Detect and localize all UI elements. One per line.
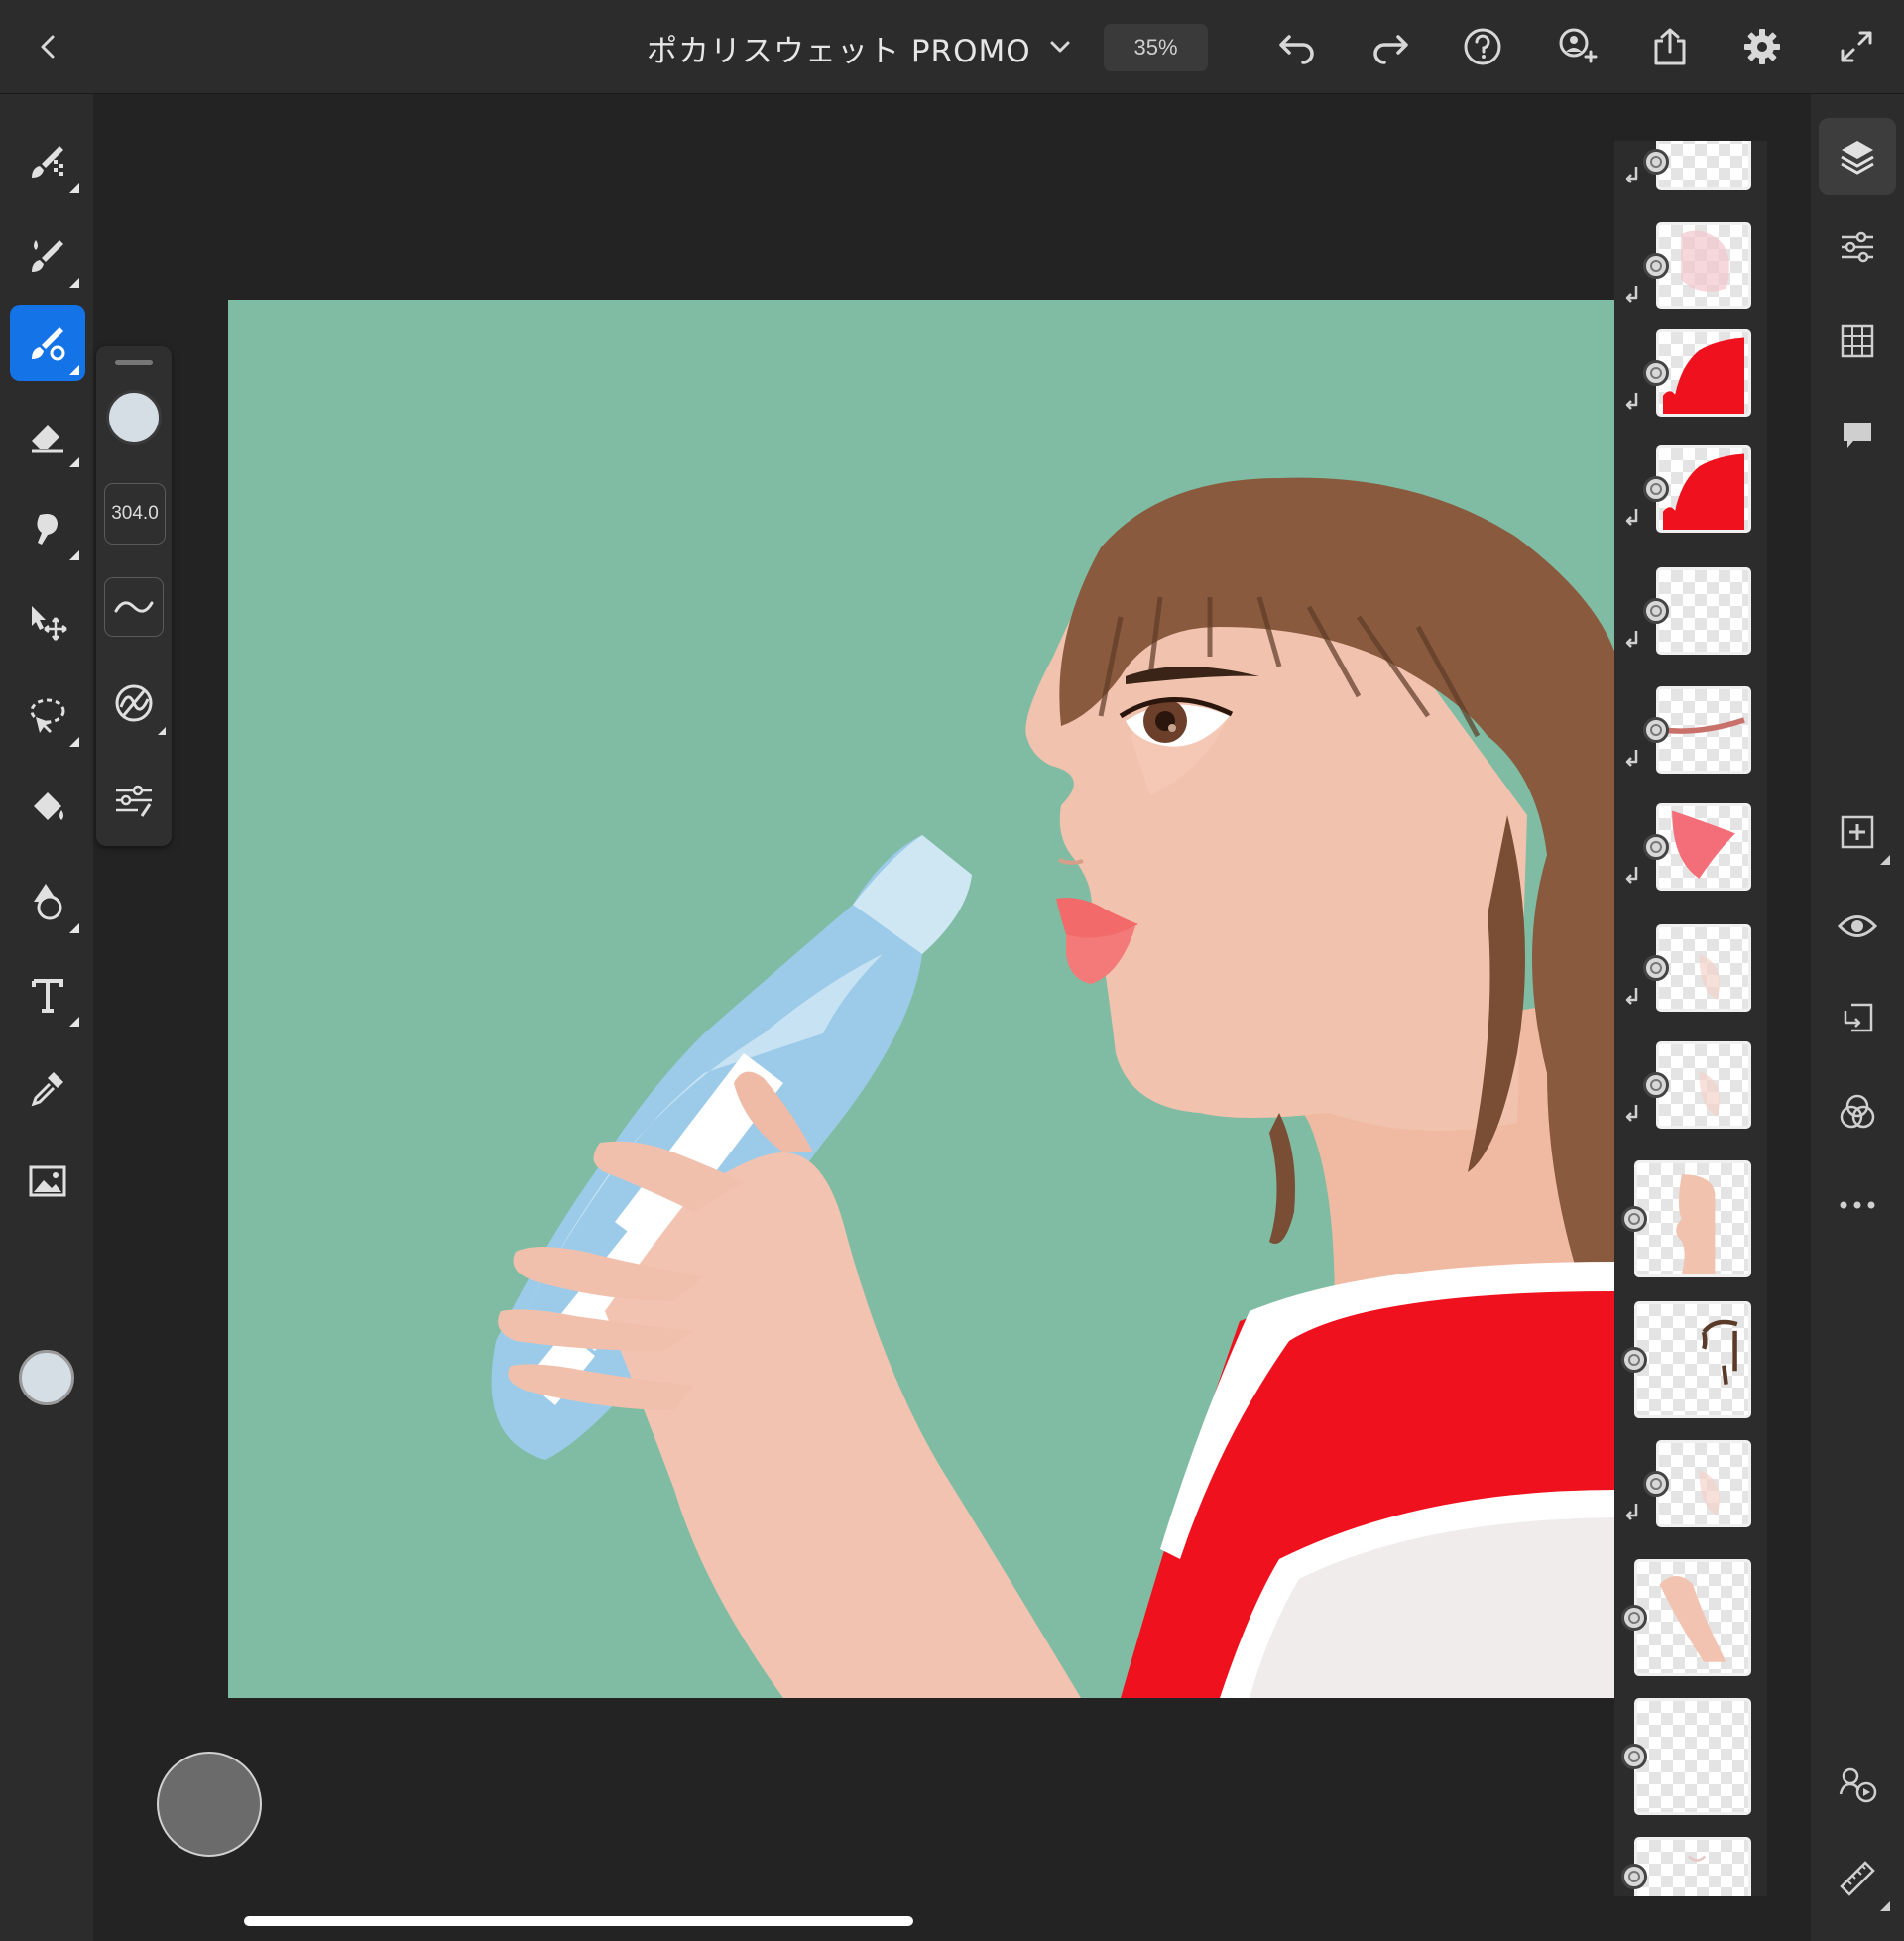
layer-visibility-toggle[interactable] (1621, 1864, 1647, 1889)
layer-visibility-toggle[interactable] (1643, 955, 1669, 981)
invite-icon[interactable] (1552, 22, 1602, 71)
layer-visibility-toggle[interactable] (1643, 476, 1669, 502)
clipping-mask-icon (1624, 865, 1640, 887)
layer-thumbnail[interactable] (1656, 803, 1751, 891)
layer-thumbnail[interactable] (1656, 1041, 1751, 1129)
zoom-level[interactable]: 35% (1104, 24, 1208, 71)
undo-icon[interactable] (1272, 22, 1322, 71)
layer-visibility-toggle[interactable] (1643, 253, 1669, 279)
clipping-mask-icon (1624, 1502, 1640, 1523)
clipping-mask-icon (1624, 165, 1640, 186)
clipping-mask-icon[interactable] (1819, 980, 1896, 1057)
smoothing-icon[interactable] (104, 577, 164, 637)
layer-visibility-toggle[interactable] (1621, 1347, 1647, 1373)
redo-icon[interactable] (1366, 22, 1415, 71)
place-image-icon[interactable] (10, 1144, 85, 1219)
right-tool-bar (1811, 94, 1904, 1941)
grid-icon[interactable] (1819, 303, 1896, 380)
brush-color-swatch[interactable] (106, 390, 162, 445)
eyedropper-icon[interactable] (10, 1050, 85, 1126)
top-bar: ポカリスウェット PROMO 35% (0, 0, 1904, 94)
layer-thumbnail[interactable] (1656, 222, 1751, 309)
fill-icon[interactable] (10, 771, 85, 846)
layer-thumbnail[interactable] (1634, 1301, 1751, 1418)
brush-settings-icon[interactable] (104, 673, 166, 735)
layer-visibility-toggle[interactable] (1643, 1471, 1669, 1497)
blend-mode-icon[interactable] (1819, 1073, 1896, 1151)
layer-visibility-toggle[interactable] (1621, 1206, 1647, 1232)
brush-settings-panel: 304.0 (96, 346, 172, 846)
layer-visibility-toggle[interactable] (1643, 598, 1669, 624)
layer-thumbnail[interactable] (1634, 1698, 1751, 1815)
touch-modifier-button[interactable] (157, 1752, 262, 1857)
vector-brush-icon[interactable] (10, 305, 85, 381)
clipping-mask-icon (1624, 748, 1640, 770)
shape-icon[interactable] (10, 864, 85, 939)
layer-thumbnail[interactable] (1656, 567, 1751, 655)
layer-thumbnail[interactable] (1656, 445, 1751, 533)
clipping-mask-icon (1624, 629, 1640, 651)
tool-bar (0, 94, 93, 1941)
eraser-icon[interactable] (10, 398, 85, 473)
clipping-mask-icon (1624, 1103, 1640, 1125)
layer-thumbnail[interactable] (1656, 329, 1751, 417)
brush-adjust-icon[interactable] (104, 771, 164, 830)
home-indicator (244, 1916, 913, 1926)
layer-visibility-toggle[interactable] (1643, 149, 1669, 175)
panel-grip[interactable] (115, 360, 153, 365)
cloud-sync-icon[interactable] (1819, 1746, 1896, 1823)
layer-thumbnail[interactable] (1656, 924, 1751, 1012)
clipping-mask-icon (1624, 507, 1640, 529)
selection-icon[interactable] (10, 677, 85, 753)
layers-icon[interactable] (1819, 118, 1896, 195)
layer-thumbnail[interactable] (1656, 141, 1751, 190)
share-icon[interactable] (1645, 22, 1695, 71)
document-title[interactable]: ポカリスウェット PROMO (647, 26, 1031, 70)
layer-thumbnail[interactable] (1656, 686, 1751, 774)
smudge-icon[interactable] (10, 491, 85, 566)
clipping-mask-icon (1624, 284, 1640, 305)
pixel-brush-icon[interactable] (10, 124, 85, 199)
chevron-left-icon[interactable] (24, 22, 73, 71)
comments-icon[interactable] (1819, 397, 1896, 474)
layer-visibility-toggle[interactable] (1643, 360, 1669, 386)
add-layer-icon[interactable] (1819, 793, 1896, 871)
ruler-icon[interactable] (1819, 1840, 1896, 1917)
text-icon[interactable] (10, 957, 85, 1032)
live-brush-icon[interactable] (10, 218, 85, 294)
brush-size-field[interactable]: 304.0 (104, 483, 166, 545)
layer-visibility-toggle[interactable] (1643, 717, 1669, 743)
layer-properties-icon[interactable] (1819, 208, 1896, 286)
help-icon[interactable] (1458, 22, 1507, 71)
layer-visibility-toggle[interactable] (1643, 834, 1669, 860)
layer-thumbnail[interactable] (1634, 1160, 1751, 1277)
layer-thumbnail[interactable] (1634, 1837, 1751, 1896)
clipping-mask-icon (1624, 986, 1640, 1008)
chevron-down-icon[interactable] (1035, 22, 1085, 71)
layer-visibility-toggle[interactable] (1621, 1744, 1647, 1769)
more-icon[interactable] (1819, 1166, 1896, 1244)
clipping-mask-icon (1624, 391, 1640, 413)
color-icon[interactable] (19, 1350, 74, 1405)
layers-panel (1614, 141, 1767, 1896)
layer-thumbnail[interactable] (1656, 1440, 1751, 1527)
artwork-canvas[interactable] (228, 300, 1616, 1698)
visibility-icon[interactable] (1819, 888, 1896, 965)
transform-icon[interactable] (10, 584, 85, 660)
fullscreen-icon[interactable] (1832, 22, 1881, 71)
layer-visibility-toggle[interactable] (1643, 1072, 1669, 1098)
layer-thumbnail[interactable] (1634, 1559, 1751, 1676)
layer-visibility-toggle[interactable] (1621, 1605, 1647, 1631)
settings-icon[interactable] (1737, 22, 1787, 71)
